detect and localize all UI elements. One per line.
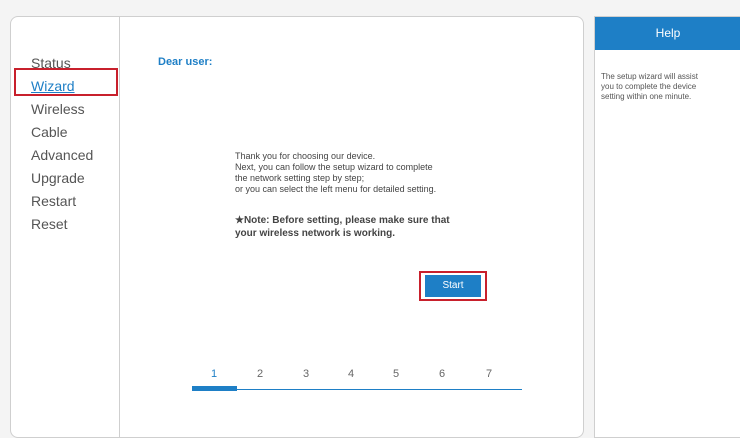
intro-line: the network setting step by step; (235, 173, 365, 183)
sidebar-item-status[interactable]: Status (31, 54, 71, 72)
help-line: The setup wizard will assist (601, 72, 698, 81)
note-text: ★Note: Before setting, please make sure … (235, 214, 495, 240)
sidebar-item-wizard[interactable]: Wizard (31, 77, 75, 95)
sidebar-menu: Status Wizard Wireless Cable Advanced Up… (11, 17, 120, 437)
step-5: 5 (392, 368, 400, 380)
sidebar-item-restart[interactable]: Restart (31, 192, 76, 210)
help-line: you to complete the device (601, 82, 697, 91)
intro-line: or you can select the left menu for deta… (235, 184, 437, 194)
intro-line: Thank you for choosing our device. (235, 151, 376, 161)
note-line: ★Note: Before setting, please make sure … (235, 215, 450, 226)
start-button[interactable]: Start (425, 275, 481, 297)
note-line: your wireless network is working. (235, 228, 396, 239)
help-text: The setup wizard will assist you to comp… (601, 72, 736, 102)
sidebar-item-upgrade[interactable]: Upgrade (31, 169, 85, 187)
help-line: setting within one minute. (601, 92, 692, 101)
step-1: 1 (210, 368, 218, 380)
step-6: 6 (438, 368, 446, 380)
greeting-text: Dear user: (158, 56, 213, 68)
intro-line: Next, you can follow the setup wizard to… (235, 162, 433, 172)
help-panel: Help The setup wizard will assist you to… (594, 16, 740, 438)
sidebar-item-cable[interactable]: Cable (31, 123, 68, 141)
main-panel: Status Wizard Wireless Cable Advanced Up… (10, 16, 584, 438)
step-progress-indicator (192, 386, 237, 391)
sidebar-item-reset[interactable]: Reset (31, 215, 68, 233)
wizard-content: Dear user: Thank you for choosing our de… (120, 17, 583, 437)
step-4: 4 (347, 368, 355, 380)
step-2: 2 (256, 368, 264, 380)
sidebar-item-wireless[interactable]: Wireless (31, 100, 85, 118)
step-3: 3 (302, 368, 310, 380)
step-7: 7 (485, 368, 493, 380)
intro-text: Thank you for choosing our device. Next,… (235, 151, 495, 195)
step-track (192, 389, 522, 390)
sidebar-item-advanced[interactable]: Advanced (31, 146, 93, 164)
help-title: Help (595, 17, 740, 50)
